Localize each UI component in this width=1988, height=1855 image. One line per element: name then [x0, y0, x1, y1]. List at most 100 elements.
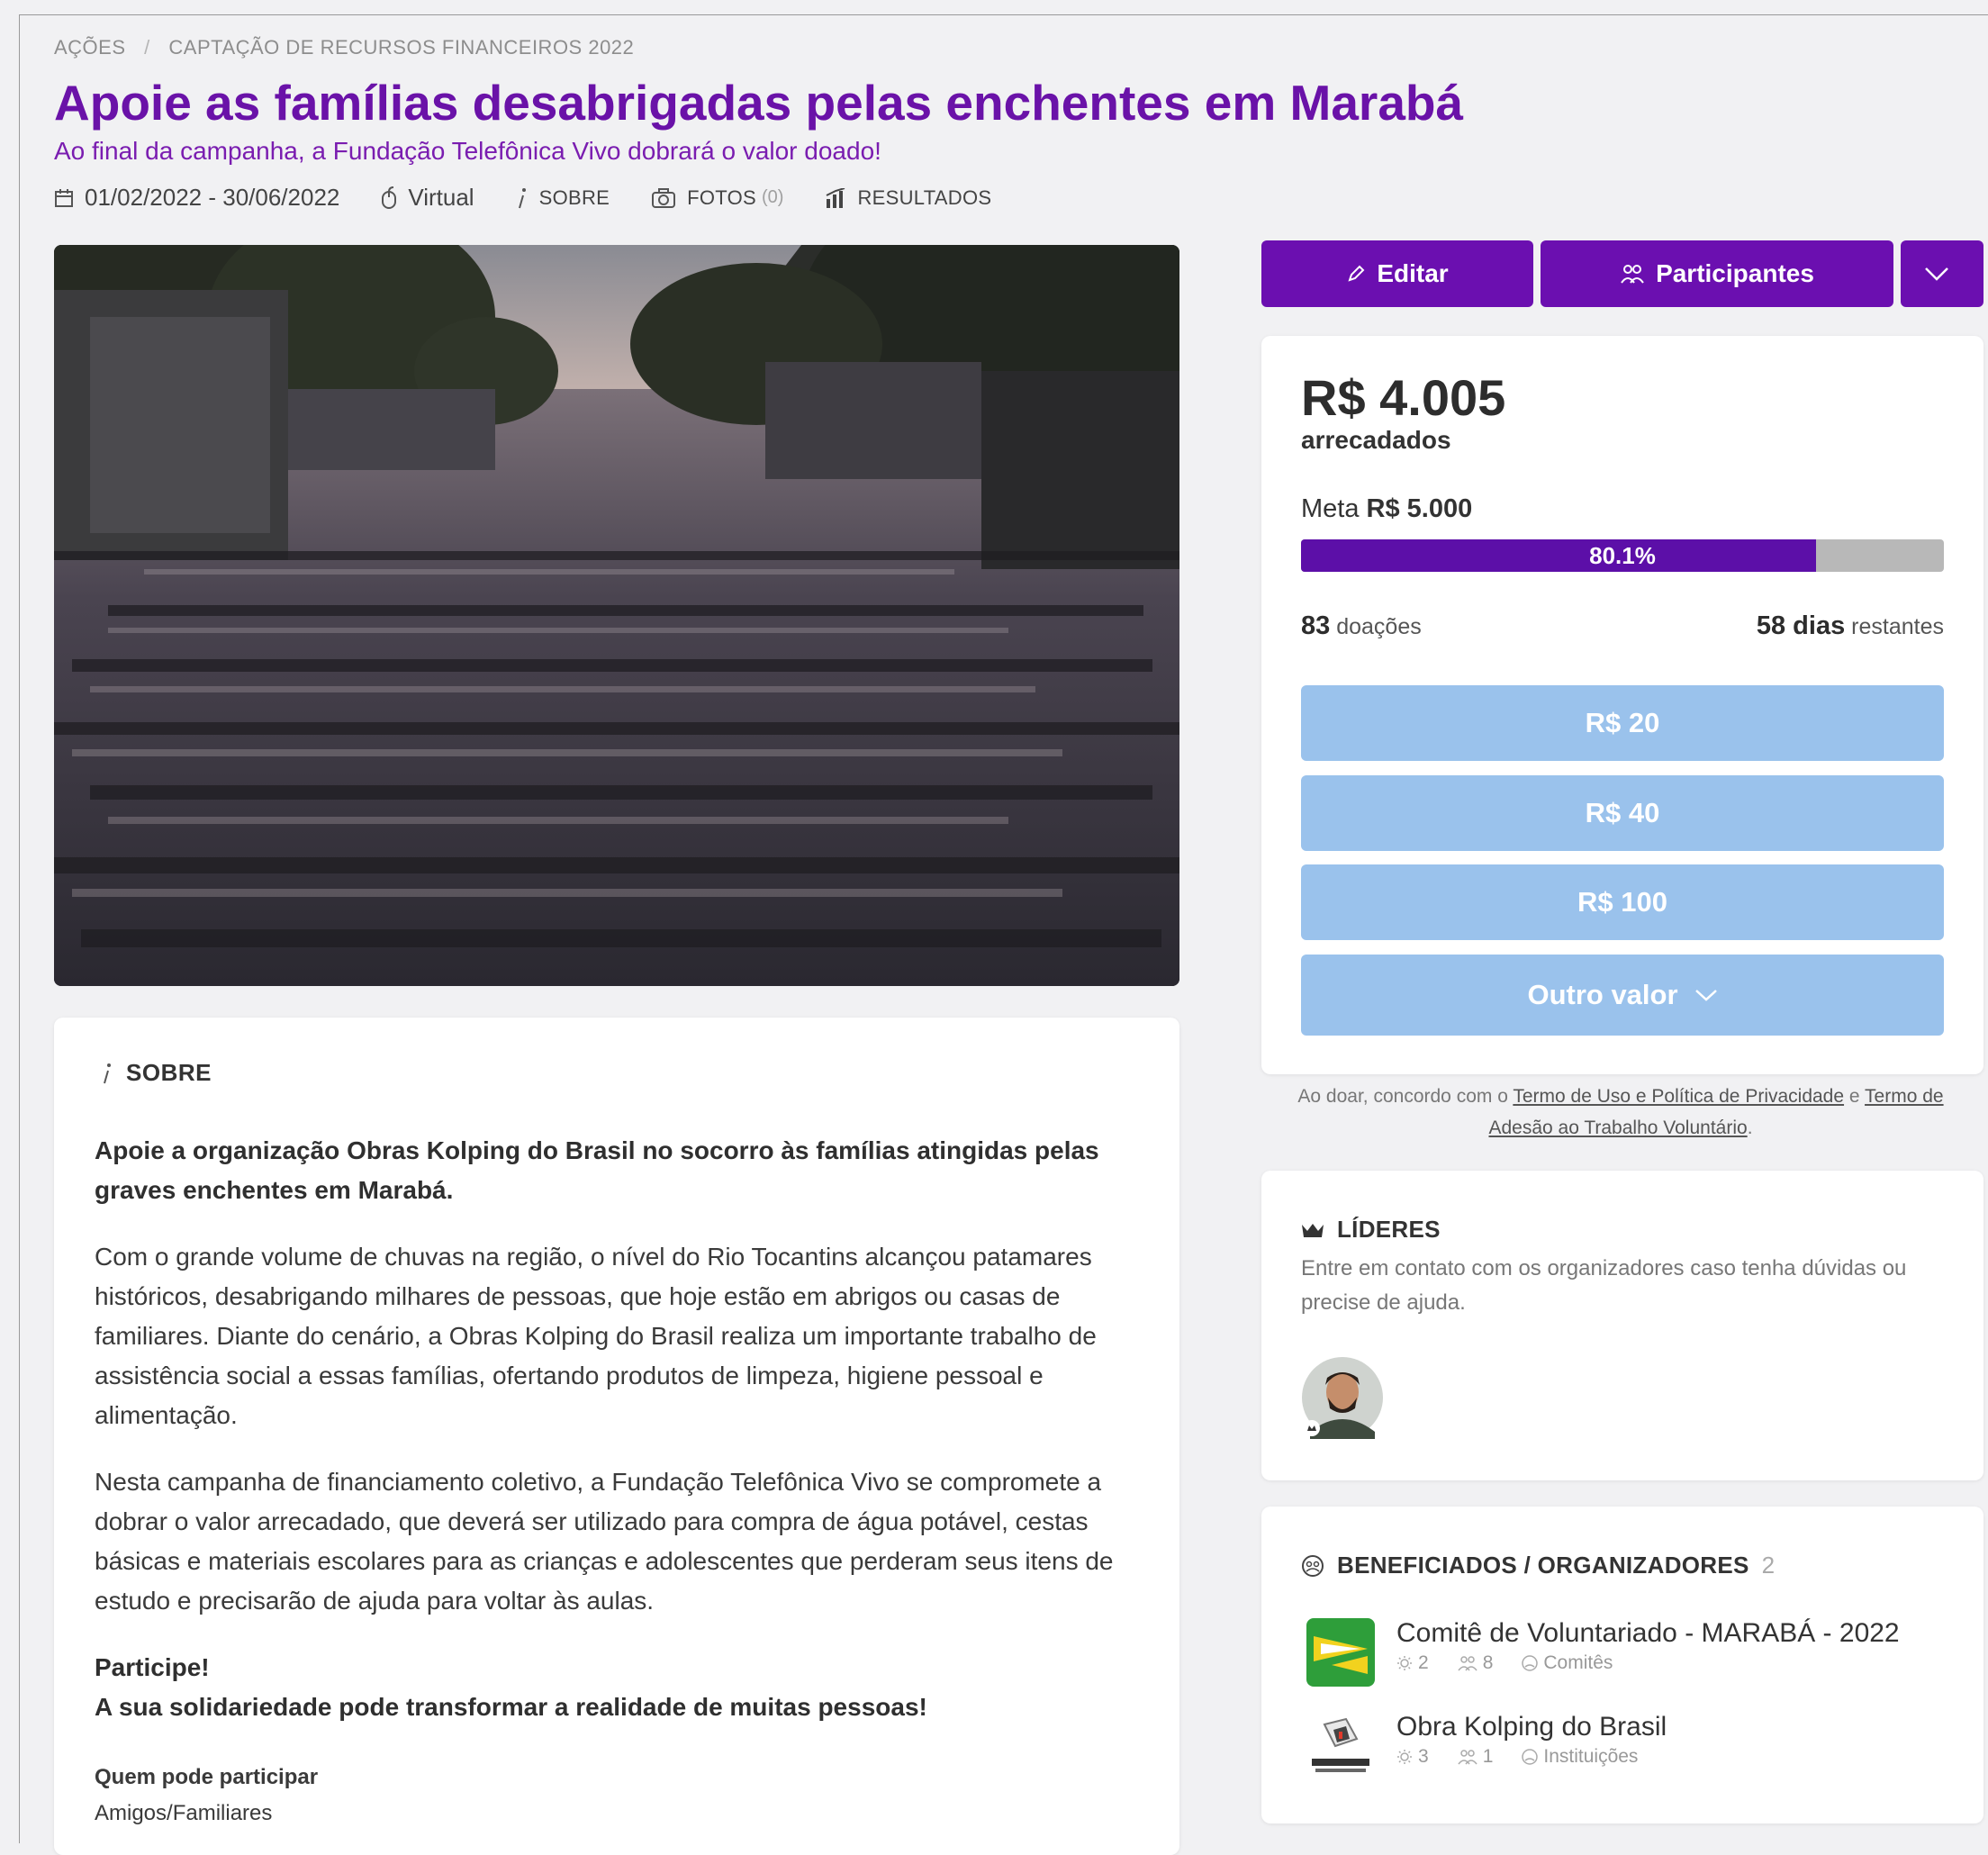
amount-button-20[interactable]: R$ 20 [1301, 685, 1944, 761]
chevron-down-icon [1694, 990, 1717, 1001]
raised-label: arrecadados [1301, 426, 1451, 454]
beneficiary-info: 2 8 Comitês [1396, 1652, 1900, 1674]
goal-value: R$ 5.000 [1366, 494, 1473, 523]
location: Virtual [381, 184, 474, 212]
actions-count: 2 [1418, 1652, 1429, 1673]
cta-line-2: A sua solidariedade pode transformar a r… [95, 1693, 927, 1721]
days-left: 58 dias [1756, 611, 1846, 640]
days-label: restantes [1851, 614, 1944, 639]
who-can-participate-value: Amigos/Familiares [95, 1801, 273, 1825]
goal: Meta R$ 5.000 [1301, 494, 1472, 524]
beneficiaries-heading: BENEFICIADOS / ORGANIZADORES [1337, 1552, 1749, 1579]
about-paragraph: Nesta campanha de financiamento coletivo… [95, 1468, 1114, 1615]
terms-of-use-link[interactable]: Termo de Uso e Política de Privacidade [1513, 1086, 1844, 1107]
beneficiary-name: Obra Kolping do Brasil [1396, 1712, 1667, 1742]
about-paragraph: Com o grande volume de chuvas na região,… [95, 1243, 1097, 1429]
chart-icon [827, 187, 845, 208]
about-header: SOBRE [101, 1059, 212, 1087]
type-stat: Comitês [1522, 1652, 1627, 1674]
calendar-icon [55, 188, 73, 207]
organization-icon [1302, 1554, 1324, 1577]
beneficiary-info: 3 1 Instituições [1396, 1746, 1667, 1768]
actions-count: 3 [1418, 1746, 1429, 1767]
breadcrumb: AÇÕES / CAPTAÇÃO DE RECURSOS FINANCEIROS… [54, 36, 634, 59]
about-lead: Apoie a organização Obras Kolping do Bra… [95, 1136, 1099, 1204]
leaders-description: Entre em contato com os organizadores ca… [1301, 1256, 1907, 1315]
beneficiary-name: Comitê de Voluntariado - MARABÁ - 2022 [1396, 1618, 1900, 1648]
about-body: Apoie a organização Obras Kolping do Bra… [95, 1131, 1139, 1832]
more-actions-button[interactable] [1901, 240, 1983, 307]
camera-icon [652, 187, 676, 208]
date-range: 01/02/2022 - 30/06/2022 [54, 184, 339, 212]
donation-card: R$ 4.005 arrecadados Meta R$ 5.000 80.1%… [1261, 336, 1983, 1074]
mouse-icon [382, 186, 397, 209]
photos-count: (0) [762, 187, 784, 207]
donations-count: 83 [1301, 611, 1331, 640]
results-link-label: RESULTADOS [857, 186, 992, 209]
breadcrumb-current[interactable]: CAPTAÇÃO DE RECURSOS FINANCEIROS 2022 [168, 36, 634, 59]
leaders-card: LÍDERES Entre em contato com os organiza… [1261, 1171, 1983, 1480]
terms-prefix: Ao doar, concordo com o [1297, 1086, 1508, 1107]
campaign-hero-image [54, 245, 1179, 986]
kolping-logo [1306, 1712, 1375, 1780]
raised-amount: R$ 4.005 [1301, 369, 1506, 426]
type-stat: Instituições [1522, 1746, 1652, 1768]
results-link[interactable]: RESULTADOS [825, 186, 991, 210]
people-icon [1458, 1656, 1477, 1671]
breadcrumb-root[interactable]: AÇÕES [54, 36, 126, 59]
people-count: 8 [1482, 1652, 1494, 1673]
edit-button[interactable]: Editar [1261, 240, 1533, 307]
beneficiary-item[interactable]: Obra Kolping do Brasil 3 1 Instituições [1306, 1712, 1667, 1780]
date-range-text: 01/02/2022 - 30/06/2022 [85, 184, 340, 211]
breadcrumb-separator: / [144, 36, 150, 59]
people-icon [1458, 1750, 1477, 1765]
amount-button-40[interactable]: R$ 40 [1301, 775, 1944, 851]
photos-link-label: FOTOS [687, 186, 757, 209]
people-stat: 1 [1458, 1746, 1508, 1768]
donations-label: doações [1336, 614, 1422, 639]
action-buttons: Editar Participantes [1261, 240, 1983, 307]
about-section: SOBRE Apoie a organização Obras Kolping … [54, 1018, 1179, 1855]
photos-link[interactable]: FOTOS (0) [651, 186, 783, 210]
who-can-participate-label: Quem pode participar [95, 1765, 319, 1789]
cta-line-1: Participe! [95, 1653, 210, 1681]
org-type: Instituições [1543, 1746, 1639, 1767]
about-link-label: SOBRE [538, 186, 610, 209]
actions-stat: 2 [1396, 1652, 1443, 1674]
beneficiaries-count: 2 [1761, 1552, 1776, 1579]
campaign-meta: 01/02/2022 - 30/06/2022 Virtual SOBRE FO… [54, 184, 1033, 212]
goal-label: Meta [1301, 494, 1360, 523]
amount-button-100[interactable]: R$ 100 [1301, 864, 1944, 940]
days-stat: 58 dias restantes [1757, 611, 1944, 641]
leaders-heading: LÍDERES [1337, 1216, 1441, 1243]
leader-avatar[interactable] [1301, 1356, 1384, 1439]
donations-stat: 83 doações [1301, 611, 1422, 641]
terms-conj: e [1848, 1086, 1860, 1107]
location-text: Virtual [408, 184, 474, 211]
people-icon [1621, 265, 1644, 284]
crown-icon [1302, 1223, 1324, 1237]
other-amount-button[interactable]: Outro valor [1301, 955, 1944, 1036]
terms-suffix: . [1747, 1118, 1753, 1138]
pencil-icon [1348, 265, 1365, 282]
leaders-header: LÍDERES [1301, 1216, 1441, 1244]
people-stat: 8 [1458, 1652, 1508, 1674]
sun-icon [1397, 1656, 1412, 1670]
organization-icon [1522, 1749, 1539, 1765]
org-type: Comitês [1543, 1652, 1613, 1673]
about-link[interactable]: SOBRE [516, 186, 610, 210]
beneficiary-item[interactable]: Comitê de Voluntariado - MARABÁ - 2022 2… [1306, 1618, 1900, 1687]
beneficiaries-card: BENEFICIADOS / ORGANIZADORES 2 Comitê de… [1261, 1507, 1983, 1823]
people-count: 1 [1482, 1746, 1494, 1767]
beneficiaries-header: BENEFICIADOS / ORGANIZADORES 2 [1301, 1552, 1775, 1579]
actions-stat: 3 [1396, 1746, 1443, 1768]
flooded-street-photo [54, 245, 1179, 986]
participants-button[interactable]: Participantes [1541, 240, 1893, 307]
other-amount-label: Outro valor [1527, 979, 1678, 1010]
donation-terms: Ao doar, concordo com o Termo de Uso e P… [1279, 1081, 1963, 1144]
about-cta: Participe! A sua solidariedade pode tran… [95, 1648, 1139, 1727]
progress-percent: 80.1% [1589, 542, 1656, 569]
sun-icon [1397, 1750, 1412, 1764]
edit-button-label: Editar [1377, 259, 1449, 287]
progress-bar: 80.1% [1301, 539, 1944, 572]
